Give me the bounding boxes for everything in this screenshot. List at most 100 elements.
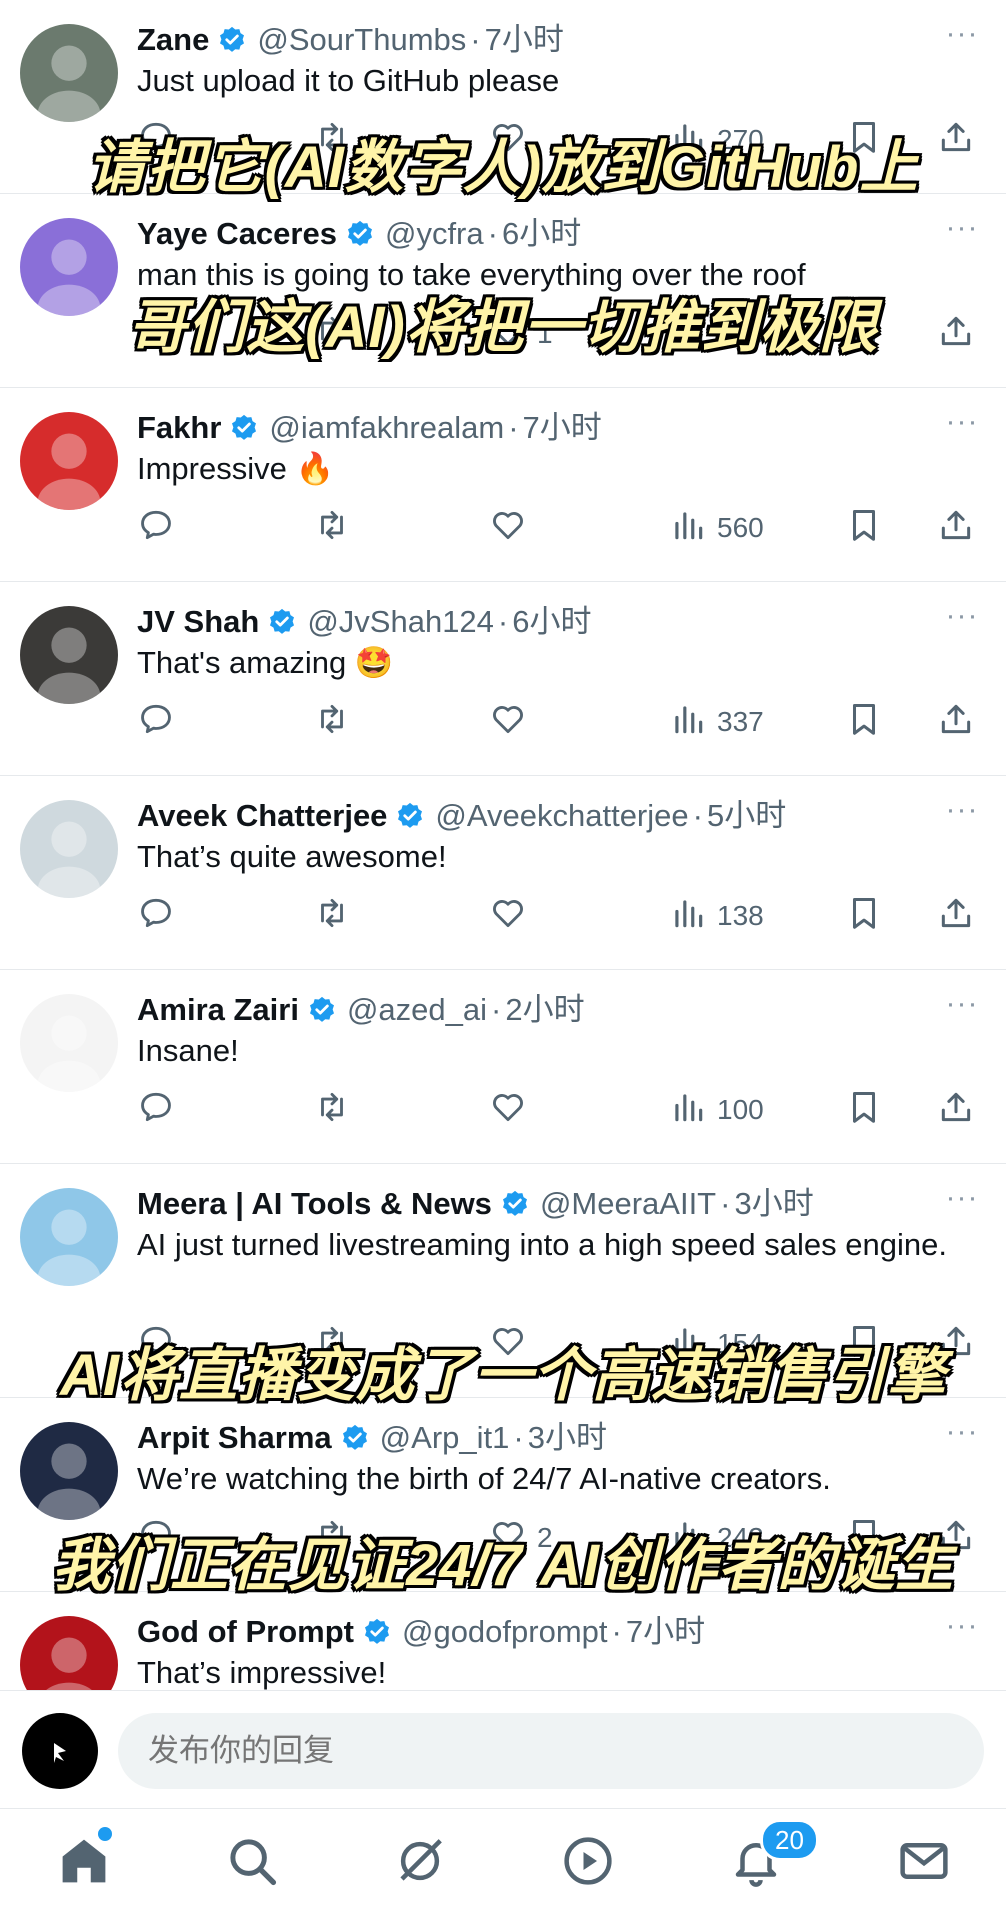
user-handle[interactable]: @azed_ai [347,992,487,1027]
more-options-icon[interactable]: ··· [942,1417,982,1452]
bookmark-button[interactable] [845,700,883,744]
display-name[interactable]: Aveek Chatterjee [137,798,387,833]
timestamp[interactable]: 5小时 [707,798,786,833]
reply-feed: Zane @SourThumbs · 7小时 ··· Just upload it to … [0,0,1006,1690]
notifications-badge: 20 [760,1819,819,1861]
tweet-text: That's amazing 🤩 [137,645,394,680]
views-button[interactable]: 138 [669,894,764,938]
like-button[interactable] [489,506,537,550]
tweet-text: Insane! [137,1033,239,1068]
bookmark-button[interactable] [845,506,883,550]
display-name[interactable]: Arpit Sharma [137,1420,332,1455]
avatar[interactable] [20,412,118,510]
my-avatar[interactable] [22,1713,98,1789]
video-tab[interactable] [558,1831,618,1891]
retweet-button[interactable] [313,506,351,550]
share-button[interactable] [937,1088,975,1132]
user-handle[interactable]: @godofprompt [402,1614,608,1649]
user-handle[interactable]: @ycfra [385,216,484,251]
like-button[interactable] [489,894,537,938]
retweet-icon [313,700,351,745]
timestamp[interactable]: 6小时 [502,216,581,251]
separator-dot: · [720,1186,731,1221]
reply-button[interactable] [137,506,175,550]
timestamp[interactable]: 2小时 [505,992,584,1027]
views-button[interactable]: 100 [669,1088,764,1132]
reply-input[interactable] [118,1713,984,1789]
like-button[interactable] [489,700,537,744]
more-options-icon[interactable]: ··· [942,1183,982,1218]
verified-icon [354,1614,392,1649]
grok-tab[interactable] [390,1831,450,1891]
user-handle[interactable]: @JvShah124 [307,604,494,639]
timestamp[interactable]: 7小时 [626,1614,705,1649]
retweet-button[interactable] [313,1088,351,1132]
timestamp[interactable]: 7小时 [485,22,564,57]
timestamp[interactable]: 3小时 [734,1186,813,1221]
avatar[interactable] [20,606,118,704]
more-options-icon[interactable]: ··· [942,213,982,248]
reply-button[interactable] [137,1088,175,1132]
reply-button[interactable] [137,700,175,744]
retweet-button[interactable] [313,894,351,938]
share-button[interactable] [937,894,975,938]
avatar[interactable] [20,1616,118,1690]
avatar[interactable] [20,1422,118,1520]
avatar[interactable] [20,800,118,898]
display-name[interactable]: Yaye Caceres [137,216,337,251]
more-options-icon[interactable]: ··· [942,795,982,830]
verified-icon [492,1186,530,1221]
heart-icon [489,700,527,745]
tweet-reply[interactable]: Aveek Chatterjee @Aveekchatterjee · 5小时 ··· T… [0,776,1006,970]
display-name[interactable]: JV Shah [137,604,259,639]
user-handle[interactable]: @SourThumbs [257,22,466,57]
separator-dot: · [508,410,519,445]
separator-dot: · [611,1614,622,1649]
display-name[interactable]: Meera | AI Tools & News [137,1186,492,1221]
avatar[interactable] [20,24,118,122]
tweet-reply[interactable]: God of Prompt @godofprompt · 7小时 ··· That’s i… [0,1592,1006,1690]
more-options-icon[interactable]: ··· [942,19,982,54]
timestamp[interactable]: 3小时 [528,1420,607,1455]
share-button[interactable] [937,506,975,550]
more-options-icon[interactable]: ··· [942,407,982,442]
bookmark-icon [845,700,883,745]
display-name[interactable]: Zane [137,22,209,57]
avatar[interactable] [20,994,118,1092]
like-button[interactable] [489,1088,537,1132]
bookmark-icon [845,506,883,551]
share-button[interactable] [937,700,975,744]
messages-tab[interactable] [894,1831,954,1891]
tweet-reply[interactable]: Fakhr @iamfakhrealam · 7小时 ··· Impressive 🔥 56… [0,388,1006,582]
view-count: 138 [717,900,764,931]
heart-icon [489,506,527,551]
tweet-reply[interactable]: Amira Zairi @azed_ai · 2小时 ··· Insane! 100 [0,970,1006,1164]
retweet-button[interactable] [313,700,351,744]
verified-icon [332,1420,370,1455]
more-options-icon[interactable]: ··· [942,601,982,636]
bookmark-button[interactable] [845,894,883,938]
bookmark-button[interactable] [845,1088,883,1132]
tweet-text: Impressive 🔥 [137,451,335,486]
views-button[interactable]: 560 [669,506,764,550]
user-handle[interactable]: @Aveekchatterjee [435,798,688,833]
display-name[interactable]: Fakhr [137,410,221,445]
search-tab[interactable] [222,1831,282,1891]
timestamp[interactable]: 7小时 [523,410,602,445]
retweet-icon [313,894,351,939]
user-handle[interactable]: @iamfakhrealam [269,410,504,445]
more-options-icon[interactable]: ··· [942,989,982,1024]
user-handle[interactable]: @MeeraAIIT [540,1186,716,1221]
timestamp[interactable]: 6小时 [512,604,591,639]
display-name[interactable]: Amira Zairi [137,992,299,1027]
tweet-actions: 100 [137,1088,996,1132]
tweet-reply[interactable]: JV Shah @JvShah124 · 6小时 ··· That's amazing 🤩… [0,582,1006,776]
display-name[interactable]: God of Prompt [137,1614,354,1649]
home-unread-dot [98,1827,112,1841]
avatar[interactable] [20,1188,118,1286]
more-options-icon[interactable]: ··· [942,1611,982,1646]
views-icon [669,700,707,745]
user-handle[interactable]: @Arp_it1 [380,1420,510,1455]
views-button[interactable]: 337 [669,700,764,744]
reply-button[interactable] [137,894,175,938]
